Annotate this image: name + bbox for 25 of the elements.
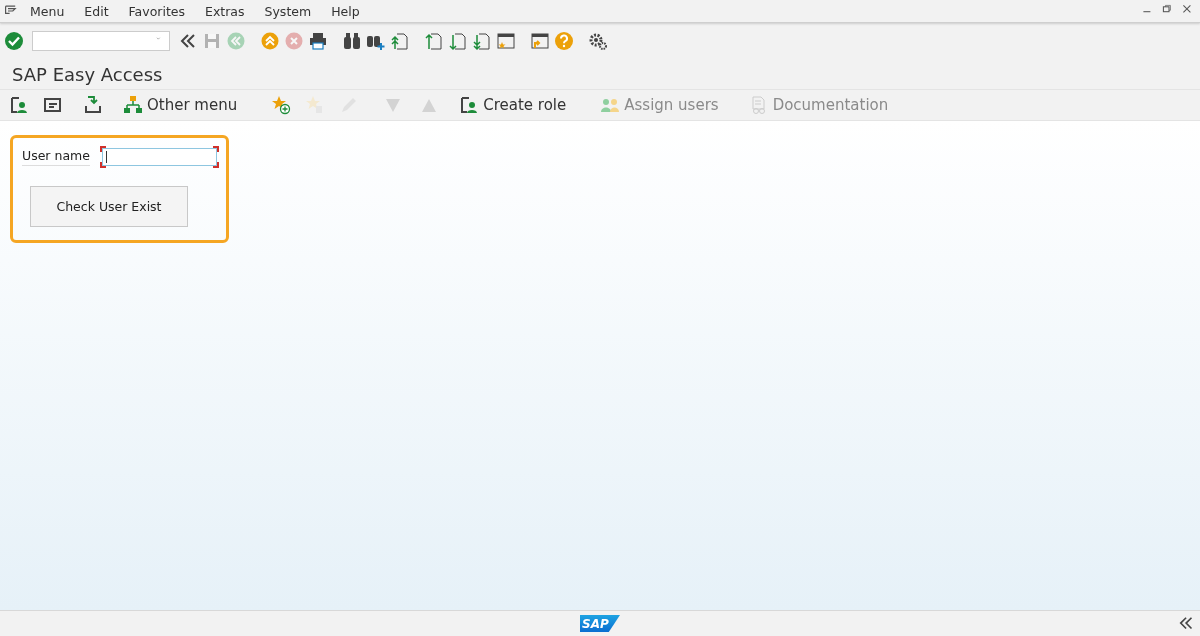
- enter-icon[interactable]: [4, 31, 24, 51]
- menu-item[interactable]: Menu: [20, 3, 75, 19]
- page-arrow-down-icon[interactable]: [472, 31, 492, 51]
- field-label: User name: [22, 148, 90, 166]
- page-arrow-up-icon[interactable]: [390, 31, 410, 51]
- user-document-icon: [459, 95, 480, 115]
- settings-icon[interactable]: [588, 31, 608, 51]
- menu-item[interactable]: Help: [321, 3, 370, 19]
- hierarchy-icon: [123, 95, 143, 115]
- menu-item[interactable]: System: [254, 3, 322, 19]
- binoculars-icon[interactable]: [342, 31, 362, 51]
- page-arrow-up-icon[interactable]: [424, 31, 444, 51]
- page-arrow-down-icon[interactable]: [448, 31, 468, 51]
- check-user-button[interactable]: Check User Exist: [30, 186, 188, 227]
- print-icon[interactable]: [308, 31, 328, 51]
- menu-item[interactable]: Edit: [74, 3, 119, 19]
- up-icon[interactable]: [260, 31, 280, 51]
- toolbar-button[interactable]: Other menu: [120, 95, 241, 115]
- menu-item[interactable]: Favorites: [118, 3, 195, 19]
- toolbar-button[interactable]: Create role: [456, 95, 570, 115]
- sap-logo: SAP: [580, 615, 620, 632]
- input-field[interactable]: [101, 148, 217, 166]
- menu-item[interactable]: Extras: [195, 3, 255, 19]
- command-field[interactable]: [32, 31, 170, 51]
- screen-title: SAP Easy Access: [11, 62, 164, 87]
